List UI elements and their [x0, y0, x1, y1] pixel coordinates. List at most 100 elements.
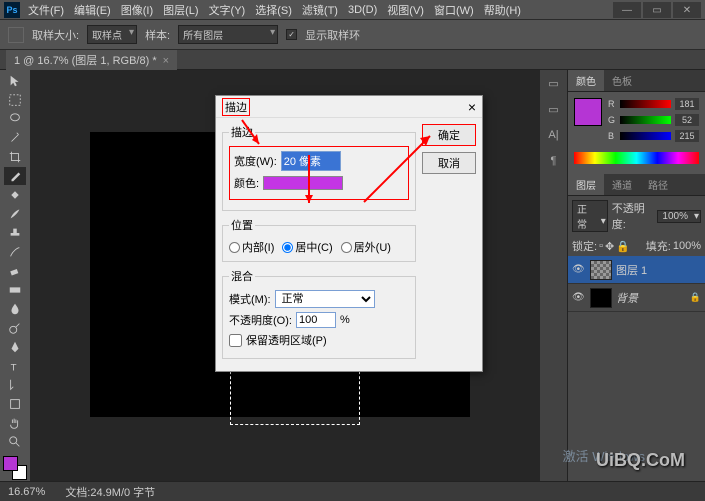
blend-mode-panel-select[interactable]: 正常 — [572, 200, 608, 232]
g-slider[interactable] — [620, 116, 671, 124]
position-legend: 位置 — [229, 217, 255, 233]
stamp-tool[interactable] — [4, 224, 26, 242]
color-panel-swatch[interactable] — [574, 98, 602, 126]
spectrum-bar[interactable] — [574, 152, 699, 164]
b-value[interactable]: 215 — [675, 130, 699, 142]
stroke-color-swatch[interactable] — [263, 176, 343, 190]
width-input[interactable]: 20 像素 — [281, 151, 341, 171]
layer-thumbnail[interactable] — [590, 260, 612, 280]
blend-legend: 混合 — [229, 268, 255, 284]
menu-type[interactable]: 文字(Y) — [209, 2, 246, 18]
brush-tool[interactable] — [4, 205, 26, 223]
eraser-tool[interactable] — [4, 262, 26, 280]
color-label: 颜色: — [234, 175, 259, 191]
layers-panel-tabs: 图层 通道 路径 — [568, 174, 705, 196]
radio-outside[interactable]: 居外(U) — [341, 239, 391, 255]
preserve-checkbox[interactable] — [229, 334, 242, 347]
r-slider[interactable] — [620, 100, 671, 108]
menu-help[interactable]: 帮助(H) — [484, 2, 521, 18]
window-maximize[interactable]: ▭ — [643, 2, 671, 18]
sample-layers-select[interactable]: 所有图层 — [178, 25, 278, 44]
opacity-input[interactable] — [296, 312, 336, 328]
color-picker[interactable] — [3, 456, 27, 480]
color-tab[interactable]: 颜色 — [568, 70, 604, 91]
swatches-tab[interactable]: 色板 — [604, 70, 640, 91]
crop-tool[interactable] — [4, 148, 26, 166]
history-brush-tool[interactable] — [4, 243, 26, 261]
stroke-legend: 描边 — [229, 124, 255, 140]
menu-edit[interactable]: 编辑(E) — [74, 2, 111, 18]
menu-window[interactable]: 窗口(W) — [434, 2, 474, 18]
layer-thumbnail[interactable] — [590, 288, 612, 308]
history-panel-icon[interactable]: ▭ — [545, 74, 563, 92]
r-label: R — [608, 99, 616, 109]
shape-tool[interactable] — [4, 395, 26, 413]
blur-tool[interactable] — [4, 300, 26, 318]
visibility-icon[interactable]: 👁 — [572, 292, 586, 303]
layer-row-bg[interactable]: 👁 背景 🔒 — [568, 284, 705, 312]
opacity-panel-value[interactable]: 100% — [657, 210, 701, 223]
sample-size-select[interactable]: 取样点 — [87, 25, 137, 44]
layer-name[interactable]: 背景 — [616, 290, 638, 306]
doc-size[interactable]: 文档:24.9M/0 字节 — [65, 484, 155, 500]
wand-tool[interactable] — [4, 129, 26, 147]
window-minimize[interactable]: — — [613, 2, 641, 18]
lock-icon: 🔒 — [690, 292, 701, 303]
menu-select[interactable]: 选择(S) — [255, 2, 292, 18]
cancel-button[interactable]: 取消 — [422, 152, 476, 174]
menu-layer[interactable]: 图层(L) — [163, 2, 198, 18]
dialog-close-icon[interactable]: × — [468, 99, 476, 115]
gradient-tool[interactable] — [4, 281, 26, 299]
menu-3d[interactable]: 3D(D) — [348, 4, 377, 16]
layer-row-1[interactable]: 👁 图层 1 — [568, 256, 705, 284]
status-bar: 16.67% 文档:24.9M/0 字节 — [0, 481, 705, 501]
marquee-tool[interactable] — [4, 91, 26, 109]
layers-tab[interactable]: 图层 — [568, 174, 604, 195]
move-tool[interactable] — [4, 72, 26, 90]
window-close[interactable]: ✕ — [673, 2, 701, 18]
radio-center[interactable]: 居中(C) — [282, 239, 332, 255]
r-value[interactable]: 181 — [675, 98, 699, 110]
site-watermark: UiBQ.CoM — [596, 450, 685, 471]
heal-tool[interactable] — [4, 186, 26, 204]
g-value[interactable]: 52 — [675, 114, 699, 126]
document-tab[interactable]: 1 @ 16.7% (图层 1, RGB/8) *× — [6, 50, 177, 70]
menu-filter[interactable]: 滤镜(T) — [302, 2, 338, 18]
dodge-tool[interactable] — [4, 319, 26, 337]
fg-color[interactable] — [3, 456, 18, 471]
dialog-titlebar[interactable]: 描边 × — [216, 96, 482, 118]
radio-inside[interactable]: 内部(I) — [229, 239, 274, 255]
zoom-level[interactable]: 16.67% — [8, 486, 45, 498]
pen-tool[interactable] — [4, 338, 26, 356]
layer-name[interactable]: 图层 1 — [616, 262, 647, 278]
menu-view[interactable]: 视图(V) — [387, 2, 424, 18]
menu-file[interactable]: 文件(F) — [28, 2, 64, 18]
options-bar: 取样大小: 取样点 样本: 所有图层 ✓ 显示取样环 — [0, 20, 705, 50]
visibility-icon[interactable]: 👁 — [572, 264, 586, 275]
opacity-label: 不透明度(O): — [229, 312, 292, 328]
actions-panel-icon[interactable]: ▭ — [545, 100, 563, 118]
b-slider[interactable] — [620, 132, 671, 140]
char-panel-icon[interactable]: A| — [545, 126, 563, 144]
eyedropper-tool[interactable] — [4, 167, 26, 185]
close-tab-icon[interactable]: × — [163, 55, 169, 67]
lasso-tool[interactable] — [4, 110, 26, 128]
b-label: B — [608, 131, 616, 141]
type-tool[interactable]: T — [4, 357, 26, 375]
para-panel-icon[interactable]: ¶ — [545, 152, 563, 170]
menu-image[interactable]: 图像(I) — [121, 2, 153, 18]
hand-tool[interactable] — [4, 414, 26, 432]
blend-mode-select[interactable]: 正常 — [275, 290, 375, 308]
paths-tab[interactable]: 路径 — [640, 174, 676, 195]
lock-pixels-icon[interactable]: ▫ — [599, 240, 603, 252]
tool-preset-icon[interactable] — [8, 27, 24, 43]
lock-all-icon[interactable]: 🔒 — [616, 240, 630, 253]
ok-button[interactable]: 确定 — [422, 124, 476, 146]
channels-tab[interactable]: 通道 — [604, 174, 640, 195]
lock-position-icon[interactable]: ✥ — [605, 240, 614, 253]
zoom-tool[interactable] — [4, 433, 26, 451]
path-tool[interactable] — [4, 376, 26, 394]
show-ring-checkbox[interactable]: ✓ — [286, 29, 297, 40]
fill-value[interactable]: 100% — [673, 240, 701, 252]
width-label: 宽度(W): — [234, 153, 277, 169]
